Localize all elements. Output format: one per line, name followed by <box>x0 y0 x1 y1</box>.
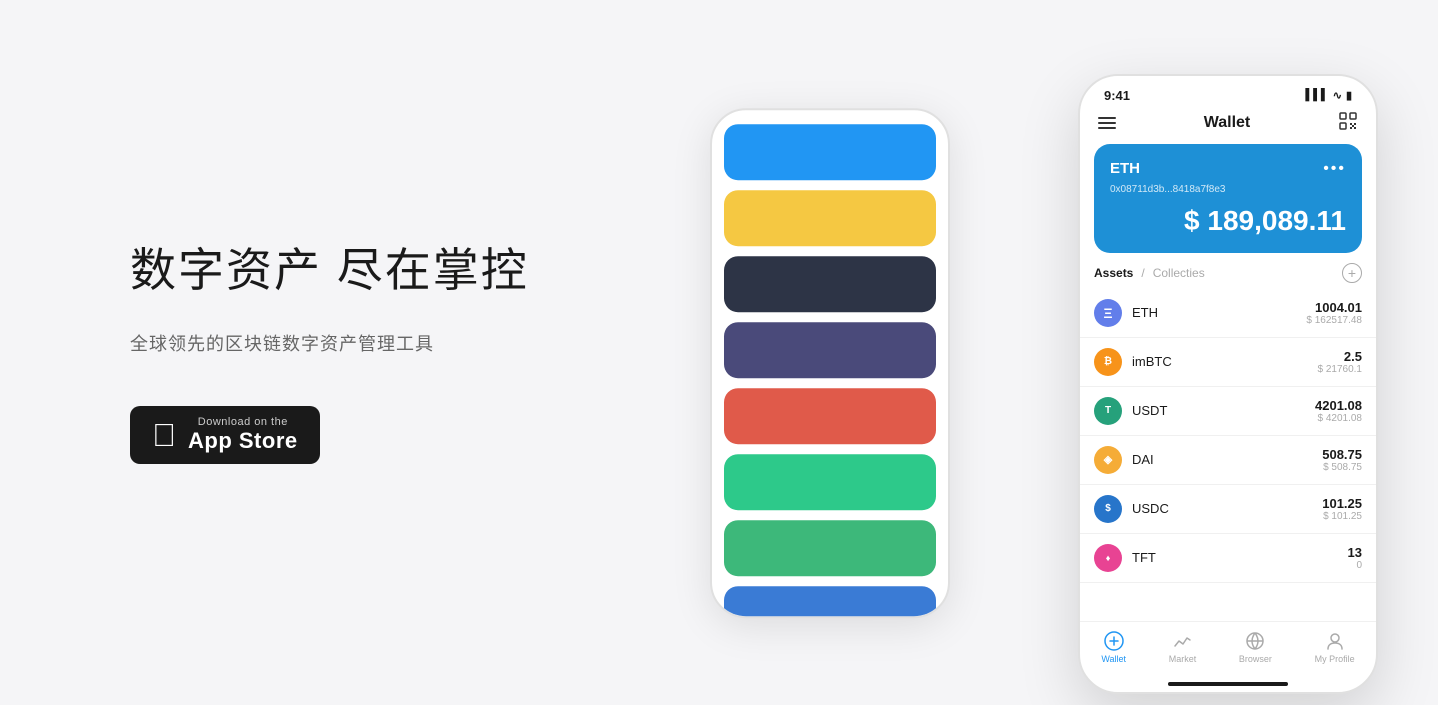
download-on-label: Download on the <box>188 416 298 428</box>
imbtc-balance-info: 2.5 $ 21760.1 <box>1318 349 1363 375</box>
usdc-icon: $ <box>1094 495 1122 523</box>
wallet-nav-label: Wallet <box>1101 654 1126 664</box>
dai-name: DAI <box>1132 452 1322 467</box>
dai-icon: ◈ <box>1094 446 1122 474</box>
dai-balance-info: 508.75 $ 508.75 <box>1322 447 1362 473</box>
profile-nav-label: My Profile <box>1315 654 1355 664</box>
imbtc-name: imBTC <box>1132 354 1318 369</box>
asset-item-usdt[interactable]: T USDT 4201.08 $ 4201.08 <box>1080 387 1376 436</box>
eth-address: 0x08711d3b...8418a7f8e3 <box>1110 184 1346 195</box>
usdt-icon: T <box>1094 397 1122 425</box>
color-card-dark <box>724 256 936 312</box>
hamburger-line2 <box>1098 122 1116 124</box>
page-container: 数字资产 尽在掌控 全球领先的区块链数字资产管理工具  Download on… <box>0 0 1438 705</box>
main-title: 数字资产 尽在掌控 <box>130 241 620 301</box>
asset-list: Ξ ETH 1004.01 $ 162517.48 ₿ imBTC 2.5 $ … <box>1080 289 1376 621</box>
profile-nav-icon <box>1324 630 1346 652</box>
eth-balance-info: 1004.01 $ 162517.48 <box>1306 300 1362 326</box>
phone-front: 9:41 ▌▌▌ ∿ ▮ Wallet <box>1078 74 1378 694</box>
color-card-blue <box>724 124 936 180</box>
sub-title: 全球领先的区块链数字资产管理工具 <box>130 330 620 356</box>
imbtc-usd: $ 21760.1 <box>1318 364 1363 375</box>
nav-wallet[interactable]: Wallet <box>1101 630 1126 664</box>
phone-navbar: Wallet <box>1080 107 1376 144</box>
nav-market[interactable]: Market <box>1169 630 1197 664</box>
usdt-balance-info: 4201.08 $ 4201.08 <box>1315 398 1362 424</box>
battery-icon: ▮ <box>1346 89 1352 102</box>
eth-usd: $ 162517.48 <box>1306 315 1362 326</box>
eth-balance: $ 189,089.11 <box>1110 205 1346 237</box>
color-card-yellow <box>724 190 936 246</box>
app-store-button[interactable]:  Download on the App Store <box>130 406 320 464</box>
eth-card-header: ETH ••• <box>1110 160 1346 178</box>
nav-profile[interactable]: My Profile <box>1315 630 1355 664</box>
color-card-green2 <box>724 520 936 576</box>
usdc-balance-info: 101.25 $ 101.25 <box>1322 496 1362 522</box>
dai-usd: $ 508.75 <box>1322 462 1362 473</box>
right-section: 9:41 ▌▌▌ ∿ ▮ Wallet <box>620 0 1438 705</box>
usdc-amount: 101.25 <box>1322 496 1362 511</box>
imbtc-amount: 2.5 <box>1318 349 1363 364</box>
eth-name: ETH <box>1132 305 1306 320</box>
asset-item-imbtc[interactable]: ₿ imBTC 2.5 $ 21760.1 <box>1080 338 1376 387</box>
status-icons: ▌▌▌ ∿ ▮ <box>1305 89 1352 102</box>
usdc-name: USDC <box>1132 501 1322 516</box>
eth-symbol: ETH <box>1110 160 1140 177</box>
color-card-green1 <box>724 454 936 510</box>
asset-item-tft[interactable]: ♦ TFT 13 0 <box>1080 534 1376 583</box>
phone-bottom-nav: Wallet Market <box>1080 621 1376 678</box>
nav-title: Wallet <box>1204 114 1251 132</box>
asset-item-usdc[interactable]: $ USDC 101.25 $ 101.25 <box>1080 485 1376 534</box>
status-bar: 9:41 ▌▌▌ ∿ ▮ <box>1080 76 1376 107</box>
imbtc-icon: ₿ <box>1094 348 1122 376</box>
tft-icon: ♦ <box>1094 544 1122 572</box>
assets-header: Assets / Collecties + <box>1080 253 1376 289</box>
market-nav-label: Market <box>1169 654 1197 664</box>
tft-name: TFT <box>1132 550 1348 565</box>
app-store-label: App Store <box>188 428 298 454</box>
wifi-icon: ∿ <box>1333 89 1342 102</box>
eth-amount: 1004.01 <box>1306 300 1362 315</box>
add-asset-icon[interactable]: + <box>1342 263 1362 283</box>
nav-browser[interactable]: Browser <box>1239 630 1272 664</box>
usdt-usd: $ 4201.08 <box>1315 413 1362 424</box>
hamburger-line3 <box>1098 127 1116 129</box>
eth-more-icon[interactable]: ••• <box>1323 160 1346 178</box>
browser-nav-label: Browser <box>1239 654 1272 664</box>
color-card-purple <box>724 322 936 378</box>
wallet-nav-icon <box>1103 630 1125 652</box>
tft-usd: 0 <box>1348 560 1362 571</box>
apple-icon:  <box>152 419 176 451</box>
eth-card[interactable]: ETH ••• 0x08711d3b...8418a7f8e3 $ 189,08… <box>1094 144 1362 253</box>
status-time: 9:41 <box>1104 88 1130 103</box>
phone-back <box>710 108 950 618</box>
assets-tabs: Assets / Collecties <box>1094 266 1205 280</box>
usdt-name: USDT <box>1132 403 1315 418</box>
usdc-usd: $ 101.25 <box>1322 511 1362 522</box>
tft-balance-info: 13 0 <box>1348 545 1362 571</box>
asset-item-eth[interactable]: Ξ ETH 1004.01 $ 162517.48 <box>1080 289 1376 338</box>
asset-item-dai[interactable]: ◈ DAI 508.75 $ 508.75 <box>1080 436 1376 485</box>
left-section: 数字资产 尽在掌控 全球领先的区块链数字资产管理工具  Download on… <box>0 241 620 465</box>
color-card-red <box>724 388 936 444</box>
market-nav-icon <box>1171 630 1193 652</box>
hamburger-menu[interactable] <box>1098 117 1116 129</box>
scan-icon[interactable] <box>1338 111 1358 136</box>
signal-icon: ▌▌▌ <box>1305 89 1328 101</box>
color-card-blue2 <box>724 586 936 618</box>
tft-amount: 13 <box>1348 545 1362 560</box>
tab-assets[interactable]: Assets <box>1094 266 1133 280</box>
browser-nav-icon <box>1244 630 1266 652</box>
hamburger-line1 <box>1098 117 1116 119</box>
tab-collectibles[interactable]: Collecties <box>1153 266 1205 280</box>
btn-text-container: Download on the App Store <box>188 416 298 454</box>
dai-amount: 508.75 <box>1322 447 1362 462</box>
usdt-amount: 4201.08 <box>1315 398 1362 413</box>
eth-icon: Ξ <box>1094 299 1122 327</box>
home-indicator <box>1168 682 1288 686</box>
